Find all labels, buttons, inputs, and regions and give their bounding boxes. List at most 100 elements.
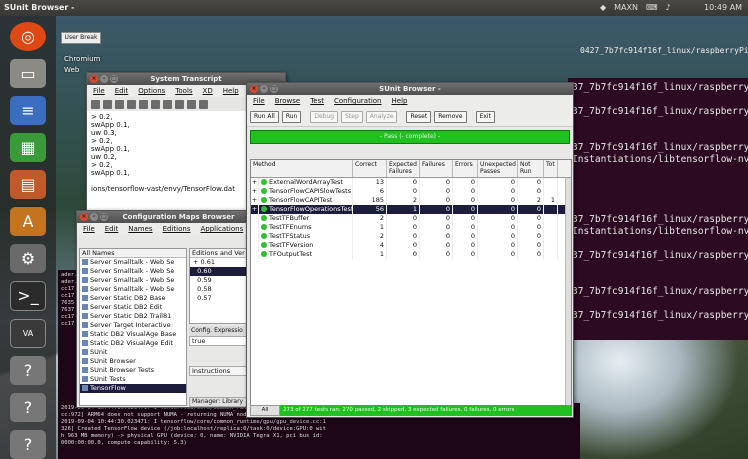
- col-expected-failures[interactable]: Expected Failures: [387, 160, 420, 177]
- expand-toggle[interactable]: [251, 223, 259, 232]
- paste-icon[interactable]: [151, 99, 160, 109]
- step-button[interactable]: Step: [341, 111, 363, 123]
- menu-xd[interactable]: XD: [203, 87, 213, 95]
- presentation-icon[interactable]: ▤: [10, 170, 46, 200]
- vast-icon[interactable]: VA: [10, 318, 46, 348]
- list-item[interactable]: SUnit: [80, 348, 186, 357]
- list-item[interactable]: Server Static DB2 Base: [80, 294, 186, 303]
- list-item[interactable]: Server Smalltalk - Web Se: [80, 285, 186, 294]
- system-tray[interactable]: ◆ MAXN ⌨ ♪: [600, 3, 671, 12]
- undo-icon[interactable]: [163, 99, 172, 109]
- expand-toggle[interactable]: [251, 241, 259, 250]
- close-icon[interactable]: ×: [80, 213, 88, 221]
- list-item[interactable]: Static DB2 VisualAge Edit: [80, 339, 186, 348]
- question-icon-3[interactable]: ?: [10, 429, 46, 459]
- list-item[interactable]: Server Smalltalk - Web Se: [80, 276, 186, 285]
- expand-toggle[interactable]: +: [251, 196, 259, 205]
- ubuntu-icon[interactable]: ◎: [10, 22, 46, 52]
- table-row[interactable]: TestTFBuffer 2 0 0 0 0 0: [251, 214, 571, 223]
- close-icon[interactable]: ×: [250, 85, 258, 93]
- table-row[interactable]: TestTFStatus 2 0 0 0 0 0: [251, 232, 571, 241]
- window-titlebar[interactable]: × – □ SUnit Browser -: [247, 83, 573, 95]
- col-failures[interactable]: Failures: [420, 160, 453, 177]
- print-icon[interactable]: [115, 99, 124, 109]
- desktop-label-web[interactable]: Web: [64, 66, 79, 74]
- list-item[interactable]: Static DB2 VisualAge Base: [80, 330, 186, 339]
- col-unexpected-passes[interactable]: Unexpected Passes: [478, 160, 518, 177]
- expand-toggle[interactable]: +: [251, 187, 259, 196]
- remove-button[interactable]: Remove: [434, 111, 467, 123]
- minimize-icon[interactable]: –: [90, 213, 98, 221]
- menu-tools[interactable]: Tools: [175, 87, 192, 95]
- open-icon[interactable]: [91, 99, 100, 109]
- save-icon[interactable]: [103, 99, 112, 109]
- minimize-icon[interactable]: –: [100, 75, 108, 83]
- clock[interactable]: 10:49 AM: [704, 3, 742, 12]
- menu-browse[interactable]: Browse: [275, 97, 301, 105]
- run-button[interactable]: Run: [281, 111, 302, 123]
- list-item-selected[interactable]: TensorFlow: [80, 384, 186, 393]
- settings-icon[interactable]: ⚙: [10, 244, 46, 274]
- run-icon[interactable]: [175, 99, 184, 109]
- list-item[interactable]: Server Smalltalk - Web Se: [80, 267, 186, 276]
- copy-icon[interactable]: [139, 99, 148, 109]
- sunit-browser-window[interactable]: × – □ SUnit Browser - File Browse Test C…: [246, 82, 574, 418]
- list-item[interactable]: SUnit Browser Tests: [80, 366, 186, 375]
- list-item[interactable]: SUnit Browser: [80, 357, 186, 366]
- menu-options[interactable]: Options: [138, 87, 165, 95]
- expand-toggle[interactable]: [251, 250, 259, 259]
- analyze-button[interactable]: Analyze: [365, 111, 398, 123]
- results-table[interactable]: Method Correct Expected Failures Failure…: [250, 159, 572, 409]
- menu-file[interactable]: File: [253, 97, 265, 105]
- list-item[interactable]: Server Smalltalk - Web Se: [80, 258, 186, 267]
- cut-icon[interactable]: [127, 99, 136, 109]
- inspect-icon[interactable]: [187, 99, 196, 109]
- close-icon[interactable]: ×: [90, 75, 98, 83]
- table-row[interactable]: + TensorFlowCAPISlowTests 6 0 0 0 0 0: [251, 187, 571, 196]
- desktop-label-chromium[interactable]: Chromium: [64, 55, 100, 63]
- col-correct[interactable]: Correct: [353, 160, 387, 177]
- software-icon[interactable]: A: [10, 207, 46, 237]
- browse-icon[interactable]: [199, 99, 208, 109]
- col-total[interactable]: Tot: [544, 160, 558, 177]
- document-icon[interactable]: ≡: [10, 96, 46, 126]
- menu-file[interactable]: File: [83, 225, 95, 233]
- maximize-icon[interactable]: □: [100, 213, 108, 221]
- expand-toggle[interactable]: +: [251, 205, 259, 214]
- maximize-icon[interactable]: □: [270, 85, 278, 93]
- table-row[interactable]: TFOutputTest 1 0 0 0 0 0: [251, 250, 571, 259]
- user-break-button[interactable]: User Break: [61, 32, 101, 44]
- col-not-run[interactable]: Not Run: [518, 160, 544, 177]
- network-label[interactable]: MAXN: [614, 3, 638, 12]
- terminal-window[interactable]: 37_7b7fc914f16f_linux/raspberry 37_7b7fc…: [568, 78, 748, 340]
- table-row[interactable]: TestTFVersion 4 0 0 0 0 0: [251, 241, 571, 250]
- menu-names[interactable]: Names: [128, 225, 152, 233]
- menu-file[interactable]: File: [93, 87, 105, 95]
- expand-toggle[interactable]: +: [251, 178, 259, 187]
- expand-toggle[interactable]: [251, 232, 259, 241]
- volume-icon[interactable]: ♪: [666, 3, 671, 12]
- exit-button[interactable]: Exit: [475, 111, 495, 123]
- minimize-icon[interactable]: –: [260, 85, 268, 93]
- table-row[interactable]: + TensorFlowOperationsTest 56 1 0 0 0 0: [251, 205, 571, 214]
- table-row[interactable]: + ExternalWordArrayTest 13 0 0 0 0 0: [251, 178, 571, 187]
- menu-help[interactable]: Help: [392, 97, 408, 105]
- expand-toggle[interactable]: [251, 214, 259, 223]
- menu-help[interactable]: Help: [223, 87, 239, 95]
- col-method[interactable]: Method: [251, 160, 353, 177]
- question-icon-2[interactable]: ?: [10, 392, 46, 422]
- keyboard-icon[interactable]: ⌨: [646, 3, 658, 12]
- menu-test[interactable]: Test: [310, 97, 324, 105]
- question-icon[interactable]: ?: [10, 355, 46, 385]
- menu-edit[interactable]: Edit: [105, 225, 119, 233]
- col-errors[interactable]: Errors: [453, 160, 478, 177]
- config-map-list[interactable]: All Names Server Smalltalk - Web Se Serv…: [79, 248, 187, 406]
- menu-edit[interactable]: Edit: [115, 87, 129, 95]
- debug-button[interactable]: Debug: [310, 111, 339, 123]
- list-item[interactable]: SUnit Tests: [80, 375, 186, 384]
- list-item[interactable]: Server Static DB2 Trail81: [80, 312, 186, 321]
- maximize-icon[interactable]: □: [110, 75, 118, 83]
- list-item[interactable]: Server Static DB2 Edit: [80, 303, 186, 312]
- list-item[interactable]: Server Target Interactive: [80, 321, 186, 330]
- menu-configuration[interactable]: Configuration: [334, 97, 381, 105]
